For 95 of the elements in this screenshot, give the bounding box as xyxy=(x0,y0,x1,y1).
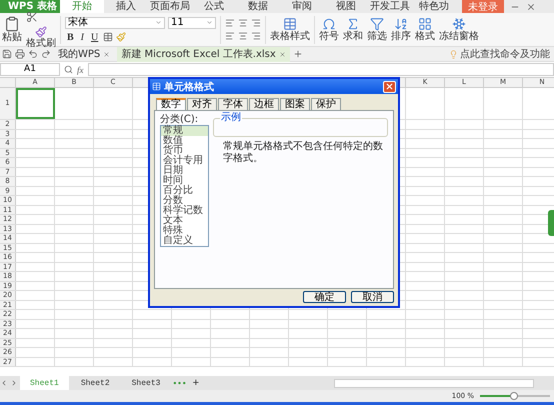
menu-tab[interactable]: 审阅 xyxy=(280,0,324,13)
border-icon[interactable] xyxy=(103,32,114,42)
sheet-tab[interactable]: Sheet3 xyxy=(122,376,170,390)
cut-icon[interactable] xyxy=(26,10,38,22)
add-sheet-button[interactable]: + xyxy=(188,377,204,389)
align-center-icon[interactable] xyxy=(238,18,248,28)
close-icon[interactable] xyxy=(103,50,110,58)
category-item[interactable]: 常规 xyxy=(161,126,208,136)
dialog-button[interactable]: 取消 xyxy=(351,291,394,303)
zoom-icon[interactable] xyxy=(64,65,73,74)
category-item[interactable]: 分数 xyxy=(161,196,208,206)
menu-tab[interactable]: 视图 xyxy=(324,0,368,13)
menu-tab[interactable]: 特色功 xyxy=(412,0,456,13)
side-tab[interactable] xyxy=(548,210,554,236)
menu-tab[interactable]: 开始 xyxy=(60,0,104,13)
category-list[interactable]: 常规 数值 货币 会计专用 日期 时间 百分比 分数 科学记数 文本 特殊 自定义 xyxy=(160,125,209,247)
category-label: 分类(C): xyxy=(160,114,200,125)
snowflake-icon[interactable] xyxy=(452,17,466,31)
caret-icon[interactable] xyxy=(155,19,162,26)
dialog-tab[interactable]: 图案 xyxy=(280,98,310,110)
category-item[interactable]: 会计专用 xyxy=(161,156,208,166)
underline-button[interactable]: U xyxy=(89,32,100,42)
category-item[interactable]: 科学记数 xyxy=(161,206,208,216)
menu-tab[interactable]: 公式 xyxy=(192,0,236,13)
category-item[interactable]: 百分比 xyxy=(161,186,208,196)
category-item[interactable]: 文本 xyxy=(161,216,208,226)
dialog-tab[interactable]: 保护 xyxy=(311,98,341,110)
font-name-field[interactable]: 宋体 xyxy=(65,16,165,28)
sample-label: 示例 xyxy=(220,112,242,123)
sort-icon[interactable] xyxy=(394,17,408,31)
ribbon-tool-button[interactable]: 求和 xyxy=(343,17,363,42)
align-right-icon[interactable] xyxy=(251,18,261,28)
print-icon[interactable] xyxy=(15,49,25,59)
cell-reference-field[interactable]: A1 xyxy=(0,63,60,76)
slider-thumb[interactable] xyxy=(510,392,518,400)
dialog-button[interactable]: 确定 xyxy=(303,291,346,303)
lightbulb-icon[interactable] xyxy=(449,50,458,58)
align-left-icon[interactable] xyxy=(225,18,235,28)
align-center-icon[interactable] xyxy=(238,31,248,41)
paste-button[interactable]: 粘贴 xyxy=(2,16,22,43)
category-item[interactable]: 货币 xyxy=(161,146,208,156)
ribbon-tool-button[interactable]: 符号 xyxy=(319,17,339,42)
caret-icon[interactable] xyxy=(206,19,213,26)
clipboard-icon[interactable] xyxy=(4,16,20,32)
close-icon[interactable] xyxy=(526,2,536,12)
category-item[interactable]: 日期 xyxy=(161,166,208,176)
sheet-tab[interactable]: Sheet1 xyxy=(20,376,69,390)
format-painter-button[interactable]: 格式刷 xyxy=(26,26,56,48)
dialog-tab[interactable]: 字体 xyxy=(218,98,248,110)
italic-button[interactable]: I xyxy=(78,32,86,42)
add-tab-icon[interactable] xyxy=(292,49,303,59)
next-icon[interactable] xyxy=(10,379,18,387)
document-tab[interactable]: 我的WPS xyxy=(54,46,114,62)
close-icon[interactable] xyxy=(278,50,286,58)
dialog-title: 单元格格式 xyxy=(164,80,214,94)
menu-tab[interactable]: 插入 xyxy=(104,0,148,13)
filter-icon[interactable] xyxy=(370,17,384,31)
menu-tab[interactable]: 开发工具 xyxy=(368,0,412,13)
command-search[interactable]: 点此查找命令及功能 xyxy=(449,47,554,61)
ribbon-tool-button[interactable]: 冻结窗格 xyxy=(439,17,479,42)
bold-button[interactable]: B xyxy=(65,32,76,42)
document-tab[interactable]: 新建 Microsoft Excel 工作表.xlsx xyxy=(117,46,290,62)
dialog-tab[interactable]: 数字 xyxy=(156,98,186,110)
dialog-tab[interactable]: 对齐 xyxy=(187,98,217,110)
category-item[interactable]: 自定义 xyxy=(161,236,208,246)
dialog-tab[interactable]: 边框 xyxy=(249,98,279,110)
undo-icon[interactable] xyxy=(28,49,38,59)
sheet-tab[interactable]: Sheet2 xyxy=(70,376,120,390)
description-text: 常规单元格格式不包含任何特定的数字格式。 xyxy=(223,141,384,165)
align-left-icon[interactable] xyxy=(225,31,235,41)
previous-icon[interactable] xyxy=(0,379,8,387)
menu-tab[interactable]: 数据 xyxy=(236,0,280,13)
ribbon-tool-button[interactable]: 格式 xyxy=(415,17,435,42)
menu-tab[interactable]: 页面布局 xyxy=(148,0,192,13)
grid-icon[interactable] xyxy=(418,17,432,31)
redo-icon[interactable] xyxy=(41,49,51,59)
ribbon-tool-button[interactable]: 筛选 xyxy=(367,17,387,42)
category-item[interactable]: 特殊 xyxy=(161,226,208,236)
omega-icon[interactable] xyxy=(322,17,336,31)
paintbrush-icon[interactable] xyxy=(35,26,47,38)
ribbon-tool-button[interactable]: 排序 xyxy=(391,17,411,42)
selected-cell[interactable] xyxy=(16,88,55,119)
app-icon[interactable] xyxy=(152,82,161,91)
align-right-icon[interactable] xyxy=(251,31,261,41)
table-style-button[interactable]: 表格样式 xyxy=(270,17,310,42)
category-item[interactable]: 时间 xyxy=(161,176,208,186)
category-item[interactable]: 数值 xyxy=(161,136,208,146)
save-icon[interactable] xyxy=(2,49,12,59)
function-label[interactable]: fx xyxy=(77,64,84,74)
horizontal-scrollbar[interactable] xyxy=(334,378,534,388)
sigma-icon[interactable] xyxy=(346,17,360,31)
font-size-field[interactable]: 11 xyxy=(168,16,216,28)
formula-input[interactable] xyxy=(88,63,554,76)
app-menu-button[interactable]: WPS 表格 xyxy=(0,0,60,13)
table-icon[interactable] xyxy=(283,17,297,31)
